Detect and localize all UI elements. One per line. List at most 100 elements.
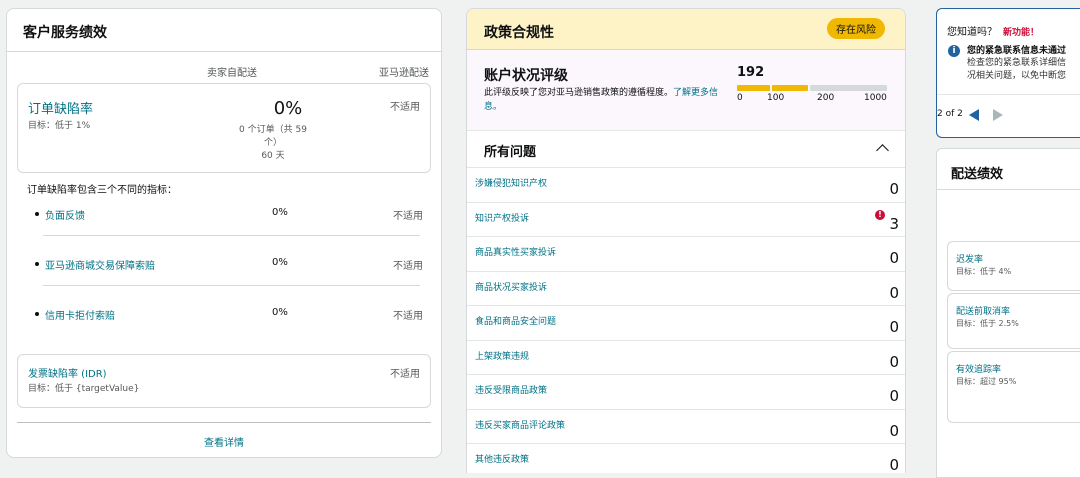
column-header-amazon-fulfilled: 亚马逊配送 xyxy=(379,68,429,79)
odr-amazon-value: 不适用 xyxy=(390,102,420,113)
issue-row: 违反受限商品政策 0 xyxy=(467,374,905,409)
issue-count: 0 xyxy=(889,421,899,440)
metric-link[interactable]: 亚马逊商城交易保障索赔 xyxy=(45,257,155,272)
ahr-title: 账户状况评级 xyxy=(484,68,568,84)
tip-body-line2: 况相关问题，以免中断您 xyxy=(967,71,1067,81)
issue-count: 0 xyxy=(889,352,899,371)
view-details-link[interactable]: 查看详情 xyxy=(7,434,441,449)
metric-amazon-value: 不适用 xyxy=(393,261,423,272)
metric-target: 目标：超过 95% xyxy=(956,377,1017,386)
metric-link[interactable]: 信用卡拒付索赔 xyxy=(45,307,115,322)
metric-link[interactable]: 有效追踪率 xyxy=(956,362,1001,375)
issue-link[interactable]: 上架政策违规 xyxy=(475,349,529,362)
section-title: 所有问题 xyxy=(484,145,537,160)
card-title: 政策合规性 xyxy=(484,25,554,41)
metric-link[interactable]: 迟发率 xyxy=(956,252,983,265)
delivery-metric-valid-tracking: 有效追踪率 目标：超过 95% xyxy=(947,351,1080,423)
odr-link[interactable]: 订单缺陷率 xyxy=(28,98,93,117)
delivery-metric-late-shipment: 迟发率 目标：低于 4% xyxy=(947,241,1080,291)
issue-link[interactable]: 违反受限商品政策 xyxy=(475,383,547,396)
metric-amazon-value: 不适用 xyxy=(393,311,423,322)
odr-orders: 0 个订单（共 59 个） 60 天 xyxy=(218,124,328,163)
issue-count: 0 xyxy=(889,456,899,473)
issue-count: 0 xyxy=(889,180,899,198)
did-you-know-card: 您知道吗？ 新功能！ i 您的紧急联系信息未通过 检查您的紧急联系详细信 况相关问… xyxy=(936,8,1080,138)
issue-link[interactable]: 知识产权投诉 xyxy=(475,211,529,224)
card-header: 客户服务绩效 xyxy=(7,9,441,52)
issue-row: 上架政策违规 0 xyxy=(467,339,905,375)
odr-days: 60 天 xyxy=(261,151,285,161)
odr-orders-line2: 个） xyxy=(263,138,282,148)
divider xyxy=(43,285,420,286)
odr-value: 0% xyxy=(273,98,303,119)
bar-segment xyxy=(737,85,770,91)
tick-label: 100 xyxy=(767,93,785,103)
issue-count: 3 xyxy=(889,214,899,233)
all-issues-header[interactable]: 所有问题 xyxy=(467,131,905,167)
tip-headline: 您的紧急联系信息未通过 xyxy=(967,46,1067,56)
tick-label: 0 xyxy=(737,93,743,103)
issue-link[interactable]: 商品状况买家投诉 xyxy=(475,280,547,293)
tick-label: 1000 xyxy=(864,93,887,103)
tip-title: 您知道吗？ 新功能！ xyxy=(947,23,1039,38)
idr-target: 目标：低于 {targetValue} xyxy=(28,384,140,394)
issue-count: 0 xyxy=(889,387,899,405)
tip-title-text: 您知道吗？ xyxy=(947,27,997,38)
card-header: 配送绩效 xyxy=(937,149,1080,190)
ahr-score: 192 xyxy=(737,65,765,80)
previous-arrow-icon[interactable] xyxy=(969,109,979,121)
idr-link[interactable]: 发票缺陷率 (IDR) xyxy=(28,365,107,380)
issue-link[interactable]: 商品真实性买家投诉 xyxy=(475,245,556,258)
metric-value: 0% xyxy=(272,207,288,218)
bullet xyxy=(35,262,39,266)
card-title: 客户服务绩效 xyxy=(23,25,107,41)
divider xyxy=(17,422,431,423)
chevron-up-icon[interactable] xyxy=(876,144,889,157)
divider xyxy=(43,235,420,236)
divider xyxy=(937,94,1080,95)
issue-row: 商品真实性买家投诉 0 xyxy=(467,236,905,271)
idr-amazon-value: 不适用 xyxy=(390,369,420,380)
bullet xyxy=(35,212,39,216)
odr-target: 目标：低于 1% xyxy=(28,121,91,131)
info-icon: i xyxy=(948,45,960,57)
issue-link[interactable]: 违反买家商品评论政策 xyxy=(475,418,565,431)
alert-icon: ! xyxy=(875,209,885,220)
customer-service-card: 客户服务绩效 卖家自配送 亚马逊配送 订单缺陷率 目标：低于 1% 0% 0 个… xyxy=(6,8,442,458)
issue-link[interactable]: 其他违反政策 xyxy=(475,452,529,465)
policy-compliance-card: 政策合规性 存在风险 账户状况评级 此评级反映了您对亚马逊销售政策的遵循程度。了… xyxy=(466,8,906,473)
issue-link[interactable]: 涉嫌侵犯知识产权 xyxy=(475,176,547,189)
card-header: 政策合规性 存在风险 xyxy=(467,9,905,50)
metric-target: 目标：低于 2.5% xyxy=(956,319,1019,328)
new-feature-label: 新功能！ xyxy=(1003,28,1040,38)
order-defect-rate-box: 订单缺陷率 目标：低于 1% 0% 0 个订单（共 59 个） 60 天 不适用 xyxy=(17,83,431,173)
issue-row: 食品和商品安全问题 0 xyxy=(467,305,905,340)
issue-row: 知识产权投诉! 3 xyxy=(467,201,905,237)
odr-orders-line1: 0 个订单（共 59 xyxy=(239,125,307,135)
account-health-rating: 账户状况评级 此评级反映了您对亚马逊销售政策的遵循程度。了解更多信息。 192 … xyxy=(467,50,905,131)
ahr-description: 此评级反映了您对亚马逊销售政策的遵循程度。了解更多信息。 xyxy=(484,86,722,114)
delivery-performance-card: 配送绩效 迟发率 目标：低于 4% 配送前取消率 目标：低于 2.5% 有效追踪… xyxy=(936,148,1080,478)
metric-row-chargeback-claims: 信用卡拒付索赔 0% 不适用 xyxy=(27,307,433,329)
column-header-seller-fulfilled: 卖家自配送 xyxy=(207,68,257,79)
metric-row-negative-feedback: 负面反馈 0% 不适用 xyxy=(27,207,433,229)
metric-link[interactable]: 配送前取消率 xyxy=(956,304,1010,317)
metric-value: 0% xyxy=(272,257,288,268)
issue-link[interactable]: 食品和商品安全问题 xyxy=(475,314,556,327)
issue-row: 涉嫌侵犯知识产权 0 xyxy=(467,167,905,202)
next-arrow-icon[interactable] xyxy=(993,109,1003,121)
odr-intro-text: 订单缺陷率包含三个不同的指标： xyxy=(27,185,177,196)
metric-amazon-value: 不适用 xyxy=(393,211,423,222)
delivery-metric-cancel-rate: 配送前取消率 目标：低于 2.5% xyxy=(947,293,1080,349)
metric-row-a-to-z-claims: 亚马逊商城交易保障索赔 0% 不适用 xyxy=(27,257,433,279)
issue-count: 0 xyxy=(889,249,899,267)
page-indicator-text: 2 of 2 xyxy=(937,109,963,119)
issue-count: 0 xyxy=(889,283,899,302)
ahr-rating-bar xyxy=(737,85,887,91)
tip-body: 检查您的紧急联系详细信 况相关问题，以免中断您 xyxy=(967,57,1066,83)
metric-link[interactable]: 负面反馈 xyxy=(45,207,85,222)
bar-segment xyxy=(810,85,887,91)
invoice-defect-rate-box: 发票缺陷率 (IDR) 目标：低于 {targetValue} 不适用 xyxy=(17,354,431,408)
bar-segment xyxy=(772,85,808,91)
tip-body-line1: 检查您的紧急联系详细信 xyxy=(967,58,1067,68)
